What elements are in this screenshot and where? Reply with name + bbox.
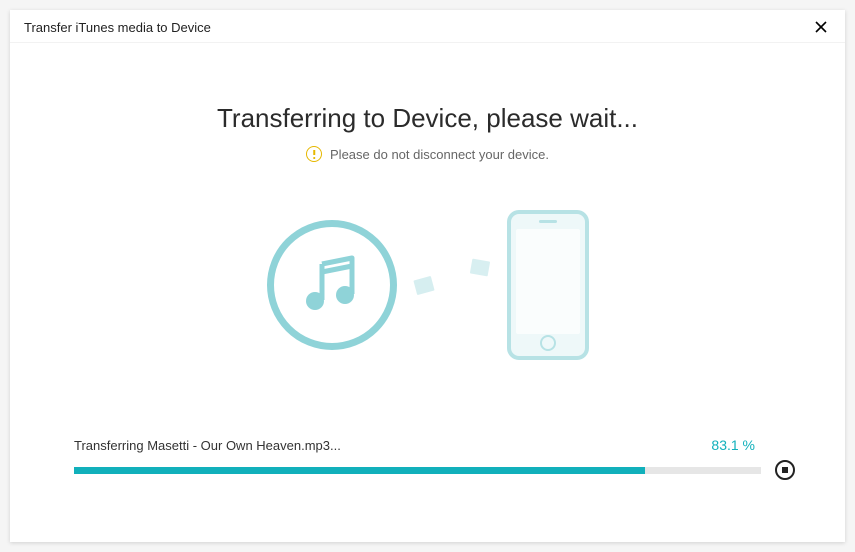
warning-row: Please do not disconnect your device. [306,146,549,162]
music-icon [267,220,397,350]
window-title: Transfer iTunes media to Device [24,20,211,35]
close-button[interactable] [807,16,835,38]
file-chip-icon [413,275,434,294]
titlebar: Transfer iTunes media to Device [10,10,845,43]
current-file-label: Transferring Masetti - Our Own Heaven.mp… [74,438,341,453]
progress-labels: Transferring Masetti - Our Own Heaven.mp… [74,437,795,453]
progress-bar [74,467,761,474]
transfer-animation [415,278,489,293]
close-icon [814,20,828,34]
transfer-illustration [10,210,845,360]
dialog-window: Transfer iTunes media to Device Transfer… [10,10,845,542]
file-chip-icon [469,259,489,277]
progress-fill [74,467,645,474]
percent-label: 83.1 % [711,437,755,453]
phone-screen [516,229,580,334]
warning-icon [306,146,322,162]
page-title: Transferring to Device, please wait... [217,103,638,134]
phone-icon [507,210,589,360]
progress-row [74,460,795,480]
warning-text: Please do not disconnect your device. [330,147,549,162]
stop-button[interactable] [775,460,795,480]
progress-area: Transferring Masetti - Our Own Heaven.mp… [74,437,795,480]
